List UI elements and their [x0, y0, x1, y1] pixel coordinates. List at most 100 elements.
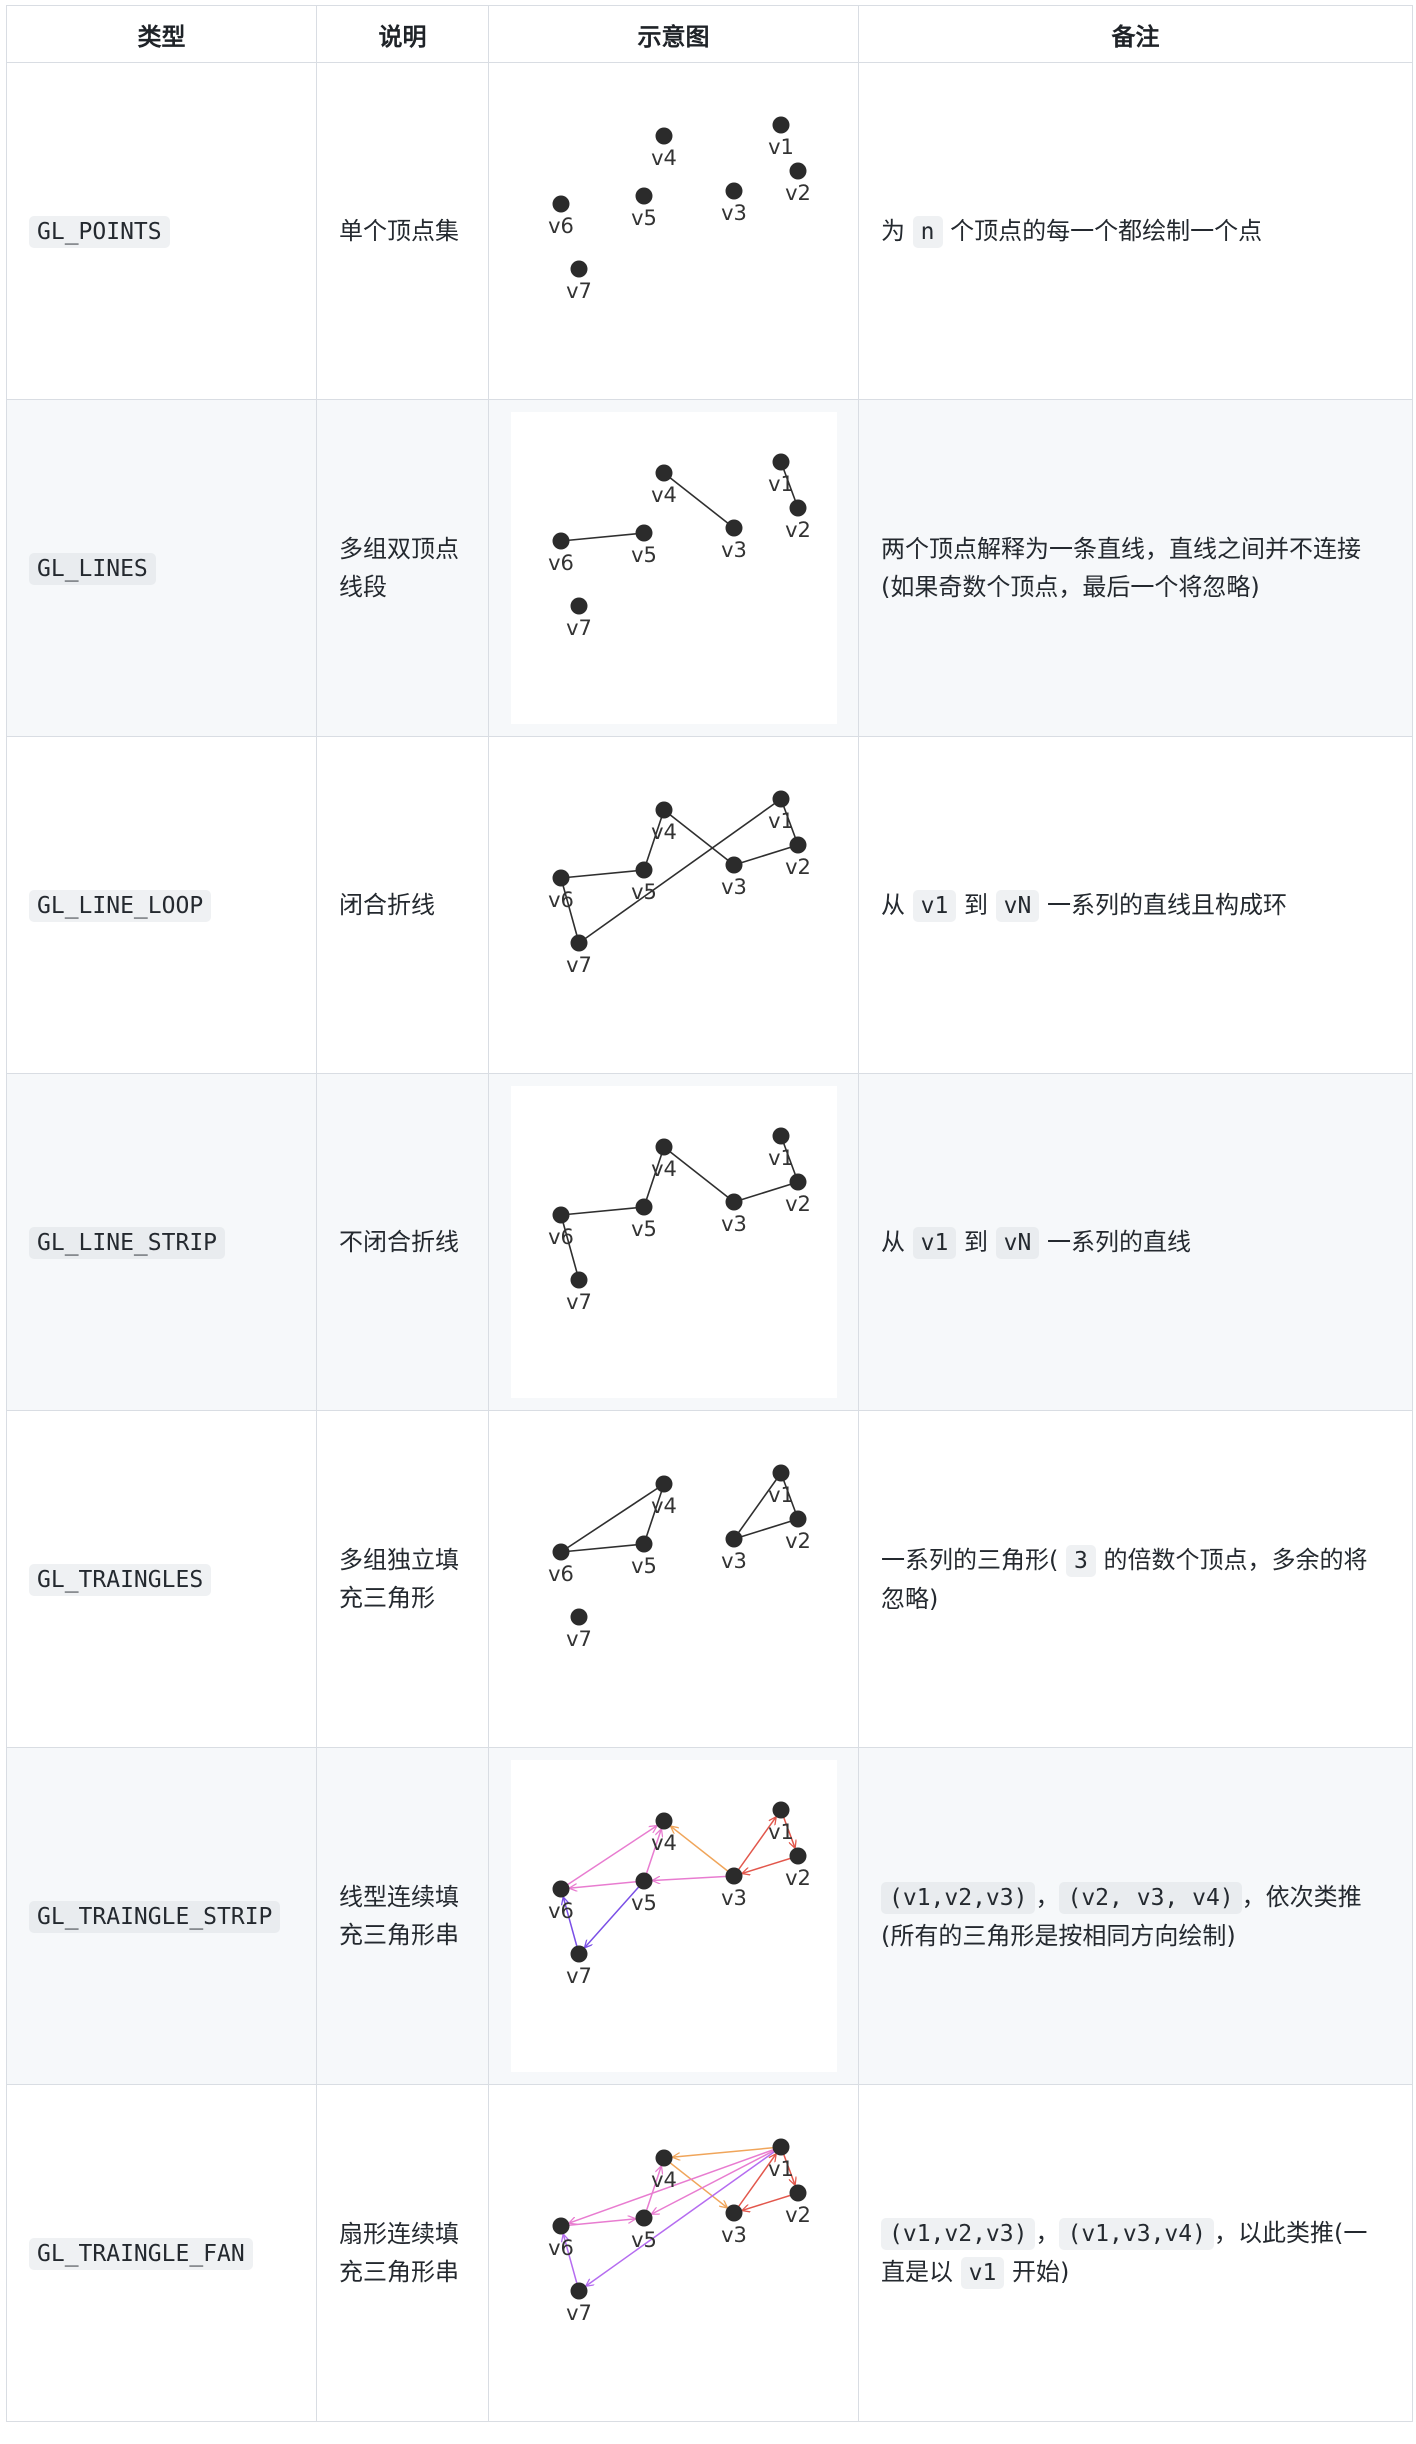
vertex-label: v5	[631, 1217, 657, 1241]
vertex-label: v7	[566, 953, 592, 977]
vertex-label: v6	[548, 551, 574, 575]
vertex-label: v4	[651, 1494, 677, 1518]
vertex-label: v2	[785, 2203, 811, 2227]
cell-description: 多组独立填充三角形	[316, 1410, 489, 1748]
cell-type: GL_LINE_STRIP	[6, 1073, 317, 1411]
note-code: v1	[912, 1226, 957, 1259]
table-row: GL_POINTS 单个顶点集 v1 v2 v3 v4 v5 v6 v7 为 n 个顶点的每一个都…	[6, 62, 1413, 400]
note-text: ，	[1035, 2219, 1060, 2247]
vertex-point	[789, 1847, 806, 1865]
vertex-label: v6	[548, 1225, 574, 1249]
vertex-label: v3	[721, 875, 747, 899]
edge-line	[578, 798, 781, 944]
table-header-row: 类型 说明 示意图 备注	[6, 5, 1413, 63]
cell-note: 一系列的三角形( 3 的倍数个顶点，多余的将忽略)	[858, 1410, 1413, 1748]
edge-line	[560, 1543, 644, 1553]
vertex-point	[552, 195, 569, 213]
cell-description: 闭合折线	[316, 736, 489, 1074]
vertex-point	[789, 1173, 806, 1191]
vertex-point	[772, 1801, 789, 1819]
primitive-diagram: v1 v2 v3 v4 v5 v6 v7	[510, 1086, 837, 1398]
vertex-point	[635, 1198, 652, 1216]
vertex-label: v5	[631, 543, 657, 567]
cell-description: 线型连续填充三角形串	[316, 1747, 489, 2085]
header-note: 备注	[858, 5, 1413, 63]
primitive-type-code: GL_TRAINGLES	[29, 1563, 212, 1596]
vertex-point	[570, 1608, 587, 1626]
vertex-point	[570, 2282, 587, 2300]
vertex-point	[725, 182, 742, 200]
cell-note: 从 v1 到 vN 一系列的直线	[858, 1073, 1413, 1411]
primitive-type-code: GL_TRAINGLE_STRIP	[29, 1900, 281, 1933]
vertex-label: v6	[548, 2236, 574, 2260]
primitive-diagram: v1 v2 v3 v4 v5 v6 v7	[510, 1760, 837, 2072]
vertex-point	[552, 532, 569, 550]
note-text: 从	[881, 890, 913, 919]
note-code: vN	[995, 1226, 1040, 1259]
vertex-point	[655, 2149, 672, 2167]
vertex-point	[635, 2209, 652, 2227]
note-text: 个顶点的每一个都绘制一个点	[942, 216, 1263, 245]
primitive-type-code: GL_LINES	[29, 552, 156, 585]
cell-diagram: v1 v2 v3 v4 v5 v6 v7	[488, 736, 859, 1074]
vertex-point	[772, 2138, 789, 2156]
vertex-point	[789, 499, 806, 517]
table-row: GL_TRAINGLE_STRIP 线型连续填充三角形串 v1 v2 v3 v4 v5 v6 v…	[6, 1747, 1413, 2085]
vertex-point	[725, 519, 742, 537]
primitive-diagram: v1 v2 v3 v4 v5 v6 v7	[548, 790, 810, 977]
table-row: GL_TRAINGLES 多组独立填充三角形 v1 v2 v3 v4 v5 v6 v7 一系列的三…	[6, 1410, 1413, 1748]
cell-diagram: v1 v2 v3 v4 v5 v6 v7	[488, 62, 859, 400]
vertex-label: v5	[631, 880, 657, 904]
vertex-label: v2	[785, 181, 811, 205]
note-text: 两个顶点解释为一条直线，直线之间并不连接(如果奇数个顶点，最后一个将忽略)	[881, 535, 1361, 601]
vertex-label: v3	[721, 1886, 747, 1910]
vertex-point	[655, 1475, 672, 1493]
note-text: 到	[956, 890, 996, 919]
vertex-point	[655, 127, 672, 145]
vertex-point	[552, 1543, 569, 1561]
note-code: vN	[995, 889, 1040, 922]
vertex-label: v3	[721, 2223, 747, 2247]
cell-note: (v1,v2,v3)， (v1,v3,v4) ，以此类推(一直是以 v1 开始)	[858, 2084, 1413, 2422]
vertex-label: v7	[566, 616, 592, 640]
vertex-point	[635, 861, 652, 879]
vertex-label: v1	[768, 2157, 794, 2181]
vertex-label: v2	[785, 1192, 811, 1216]
cell-type: GL_POINTS	[6, 62, 317, 400]
edge-line	[560, 532, 644, 542]
note-text: 开始)	[1004, 2258, 1070, 2286]
vertex-point	[725, 856, 742, 874]
note-code: v1	[960, 2257, 1005, 2289]
cell-type: GL_TRAINGLE_STRIP	[6, 1747, 317, 2085]
note-text: ，	[1035, 1882, 1060, 1911]
primitive-type-code: GL_TRAINGLE_FAN	[29, 2237, 253, 2270]
edge-arrow	[671, 1827, 734, 1877]
cell-description: 不闭合折线	[316, 1073, 489, 1411]
vertex-point	[789, 1510, 806, 1528]
primitive-diagram: v1 v2 v3 v4 v5 v6 v7	[510, 412, 837, 724]
vertex-point	[725, 1530, 742, 1548]
vertex-label: v4	[651, 820, 677, 844]
table-row: GL_TRAINGLE_FAN 扇形连续填充三角形串 v1 v2 v3 v4 v5 v6 v7 (…	[6, 2084, 1413, 2422]
note-code: (v2, v3, v4)	[1059, 1881, 1242, 1914]
vertex-point	[635, 187, 652, 205]
table-row: GL_LINE_STRIP 不闭合折线 v1 v2 v3 v4 v5 v6 v7 从 v1 到 v…	[6, 1073, 1413, 1411]
edge-arrow	[586, 2146, 781, 2286]
vertex-label: v6	[548, 888, 574, 912]
vertex-label: v1	[768, 135, 794, 159]
vertex-point	[552, 2217, 569, 2235]
vertex-point	[772, 453, 789, 471]
cell-diagram: v1 v2 v3 v4 v5 v6 v7	[488, 1747, 859, 2085]
vertex-label: v1	[768, 1146, 794, 1170]
cell-diagram: v1 v2 v3 v4 v5 v6 v7	[488, 2084, 859, 2422]
vertex-point	[635, 1872, 652, 1890]
vertex-label: v3	[721, 1549, 747, 1573]
vertex-point	[725, 1867, 742, 1885]
primitive-diagram: v1 v2 v3 v4 v5 v6 v7	[548, 1464, 810, 1651]
vertex-point	[789, 836, 806, 854]
primitive-table: 类型 说明 示意图 备注 GL_POINTS 单个顶点集 v1 v2 v3 v4 v5 v6 v…	[6, 5, 1413, 2422]
note-text: 为	[881, 216, 913, 245]
vertex-label: v7	[566, 2301, 592, 2325]
vertex-point	[772, 116, 789, 134]
vertex-point	[635, 524, 652, 542]
